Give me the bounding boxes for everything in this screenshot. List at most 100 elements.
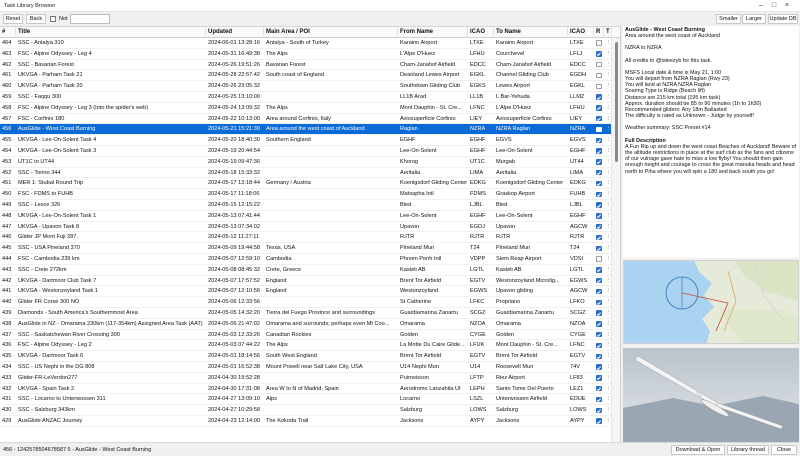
reset-button[interactable]: Reset (3, 14, 23, 24)
row-r-checkbox[interactable] (596, 418, 602, 424)
row-r-checkbox[interactable] (596, 223, 602, 230)
row-r-checkbox[interactable] (596, 407, 602, 414)
table-row[interactable]: 444 FSC - Cambodia 239 km 2024-05-07 12:59… (0, 254, 620, 265)
table-row[interactable]: 455 UKVGA - Lee-On-Solent Task 4 2024-05-2… (0, 135, 620, 146)
column-header-r[interactable]: R (594, 27, 604, 38)
row-r-checkbox[interactable] (596, 159, 602, 165)
table-row[interactable]: 457 FSC - Corfinio 180 2024-05-22 10:13:00… (0, 114, 620, 125)
task-map[interactable] (623, 260, 799, 344)
column-header-updated[interactable]: Updated (206, 27, 264, 38)
row-t-marker: ⋮ (604, 178, 611, 189)
row-r-checkbox[interactable] (596, 72, 602, 79)
table-row[interactable]: 456 AusGlide - West Coast Burning 2024-05-… (0, 124, 620, 136)
table-row[interactable]: 463 FSC - Alpine Odyssey - Leg 4 2024-05-3… (0, 49, 620, 60)
column-header-to-icao[interactable]: ICAO (568, 27, 594, 38)
table-row[interactable]: 438 AusGlide in NZ - Omarama 230km (117-3… (0, 319, 620, 330)
row-r-checkbox[interactable] (596, 245, 602, 252)
table-row[interactable]: 445 SSC - USA Pineland 370 2024-05-09 19:4… (0, 243, 620, 254)
table-row[interactable]: 429 AusGlide ANZAC Journey 2024-04-23 12:1… (0, 416, 620, 427)
table-row[interactable]: 443 SSC - Crete 272km 2024-05-08 08:45:32 C… (0, 265, 620, 276)
row-r-checkbox[interactable] (596, 148, 602, 154)
row-r-checkbox[interactable] (596, 277, 602, 284)
row-r-checkbox[interactable] (596, 61, 602, 68)
table-row[interactable]: 442 UKVGA - Dartmoor Club Task 7 2024-05-0… (0, 276, 620, 287)
row-r-checkbox[interactable] (596, 126, 602, 133)
table-row[interactable]: 441 UKVGA - Westonzoyland Task 1 2024-05-0… (0, 286, 620, 298)
row-r-checkbox[interactable] (596, 321, 602, 327)
row-r-checkbox[interactable] (596, 51, 602, 57)
table-row[interactable]: 459 SSC - Faqqu 300 2024-05-25 13:10:00 LL1… (0, 92, 620, 103)
table-row[interactable]: 464 SSC - Antalya 310 2024-06-01 13:28:16 A… (0, 38, 620, 49)
row-r-checkbox[interactable] (596, 137, 602, 144)
row-r-checkbox[interactable] (596, 310, 602, 316)
table-row[interactable]: 450 FSC - FDMS to FUHB 2024-05-17 11:18:06… (0, 189, 620, 200)
row-to-icao: LEZ1 (570, 385, 584, 392)
filter-input[interactable] (70, 14, 110, 24)
table-row[interactable]: 461 UKVGA - Parham Task 21 2024-05-28 22:5… (0, 70, 620, 82)
table-row[interactable]: 449 SSC - Lesce 326 2024-05-15 12:15:22 Ble… (0, 200, 620, 211)
table-row[interactable]: 458 FSC - Alpine Odyssey - Leg 3 (Into th… (0, 103, 620, 114)
row-r-checkbox[interactable] (596, 191, 602, 198)
column-header-from-name[interactable]: From Name (398, 27, 468, 38)
table-row[interactable]: 435 UKVGA - Dartmoor Task 6 2024-05-01 18:… (0, 351, 620, 362)
table-row[interactable]: 453 UT1C to UT44 2024-05-19 09:47:36 Khorog… (0, 157, 620, 168)
row-r-checkbox[interactable] (596, 331, 602, 338)
row-r-checkbox[interactable] (596, 213, 602, 219)
table-scrollbar[interactable] (611, 38, 620, 442)
row-r-checkbox[interactable] (596, 299, 602, 306)
library-thread-button[interactable]: Library thread (727, 445, 769, 455)
table-row[interactable]: 448 UKVGA - Lee-On-Solent Task 1 2024-05-1… (0, 211, 620, 222)
row-r-checkbox[interactable] (596, 256, 602, 262)
maximize-icon[interactable]: □ (769, 2, 779, 10)
row-r-checkbox[interactable] (596, 375, 602, 381)
table-row[interactable]: 436 FSC - Alpine Odyssey - Leg 2 2024-05-0… (0, 340, 620, 352)
row-r-checkbox[interactable] (596, 396, 602, 403)
table-row[interactable]: 460 UKVGA - Parham Task 20 2024-05-26 23:0… (0, 81, 620, 92)
row-r-checkbox[interactable] (596, 169, 602, 176)
row-r-checkbox[interactable] (596, 385, 602, 392)
column-header-to-name[interactable]: To Name (494, 27, 568, 38)
column-header-title[interactable]: Title (16, 27, 206, 38)
larger-button[interactable]: Larger (742, 14, 766, 24)
table-row[interactable]: 440 Glider FR Corse 300 NO 2024-05-06 12:3… (0, 297, 620, 308)
row-r-checkbox[interactable] (596, 105, 602, 111)
table-row[interactable]: 433 Glider-FR-LeVerdon277 2024-04-30 19:52… (0, 373, 620, 384)
table-row[interactable]: 446 Glider JP Mont Fuji 287. 2024-05-12 11… (0, 232, 620, 244)
table-scrollbar-thumb[interactable] (614, 42, 618, 162)
row-r-checkbox[interactable] (596, 94, 602, 100)
smaller-button[interactable]: Smaller (716, 14, 741, 24)
column-header-area[interactable]: Main Area / POI (264, 27, 398, 38)
table-row[interactable]: 451 MER 1: Stubal Round Trip 2024-05-17 13… (0, 178, 620, 190)
row-r-checkbox[interactable] (596, 353, 602, 360)
table-row[interactable]: 430 SSC - Salzburg 343km 2024-04-27 10:29:… (0, 405, 620, 416)
row-r-checkbox[interactable] (596, 40, 602, 46)
close-window-icon[interactable]: × (782, 2, 792, 10)
row-r-checkbox[interactable] (596, 342, 602, 349)
table-row[interactable]: 447 UKVGA - Upavon Task 8 2024-05-13 07:34… (0, 222, 620, 233)
row-r-checkbox[interactable] (596, 202, 602, 208)
table-row[interactable]: 462 SSC - Bavarian Forest 2024-05-26 19:51… (0, 60, 620, 71)
column-header-number[interactable]: # (0, 27, 16, 38)
row-r-checkbox[interactable] (596, 288, 602, 295)
table-row[interactable]: 439 Diamonds - South America's Southernmo… (0, 308, 620, 319)
download-open-button[interactable]: Download & Open (671, 445, 725, 455)
row-r-checkbox[interactable] (596, 267, 602, 273)
row-r-checkbox[interactable] (596, 364, 602, 370)
row-r-checkbox[interactable] (596, 83, 602, 90)
table-row[interactable]: 452 SSC - Torino 344 2024-05-18 15:33:32 Ae… (0, 168, 620, 179)
table-row[interactable]: 437 SSC - Saskatchewan River Crossing 300… (0, 330, 620, 341)
table-row[interactable]: 434 SSC - US Nephi in the DG 808 2024-05-0… (0, 362, 620, 373)
close-button[interactable]: Close (771, 445, 797, 455)
update-db-button[interactable]: Update DB (768, 14, 798, 24)
row-r-checkbox[interactable] (596, 180, 602, 187)
row-r-checkbox[interactable] (596, 115, 602, 122)
minimize-icon[interactable]: – (756, 2, 766, 10)
table-row[interactable]: 431 SSC - Locarno to Unterwossen 311 2024-… (0, 394, 620, 406)
column-header-from-icao[interactable]: ICAO (468, 27, 494, 38)
not-checkbox[interactable] (50, 16, 56, 22)
row-r-checkbox[interactable] (596, 234, 602, 241)
table-row[interactable]: 454 UKVGA - Lee-On-Solent Task 3 2024-05-1… (0, 146, 620, 157)
column-header-t[interactable]: T (604, 27, 612, 38)
back-button[interactable]: Back (26, 14, 46, 24)
table-row[interactable]: 432 UKVGA - Spain Task 2 2024-04-30 17:31:… (0, 384, 620, 395)
